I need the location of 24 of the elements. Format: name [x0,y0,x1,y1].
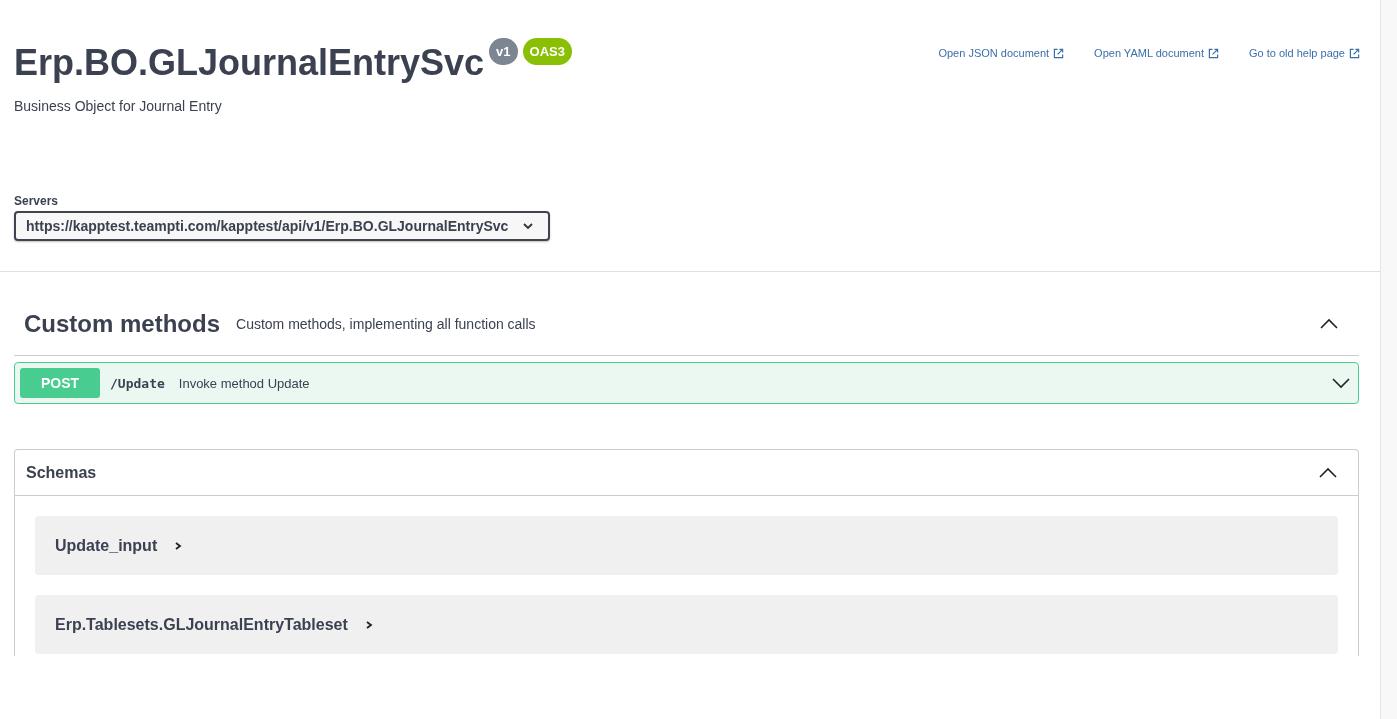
external-link-icon [1349,47,1360,59]
method-tag: POST [20,368,100,398]
document-link[interactable]: Open JSON document [938,46,1065,60]
document-link[interactable]: Go to old help page [1248,46,1360,60]
spec-badge: OAS3 [522,38,572,65]
tag-section-header[interactable]: Custom methods Custom methods, implementing all function calls [14,292,1359,356]
tag-title: Custom methods [24,310,220,338]
operation-path: /Update [110,375,165,391]
operation-summary: Invoke method Update [178,375,311,391]
schema-model[interactable]: Erp.Tablesets.GLJournalEntryTableset [35,595,1338,654]
servers-label: Servers [14,194,60,208]
api-description: Business Object for Journal Entry [14,98,223,114]
external-link-icon [1207,47,1219,59]
version-badge: v1 [489,38,518,65]
tag-description: Custom methods, implementing all function calls [236,316,537,332]
schemas-title[interactable]: Schemas [26,463,97,482]
scrollbar-track[interactable] [1380,0,1397,719]
api-title: Erp.BO.GLJournalEntrySvc [14,42,485,84]
chevron-down-icon [522,220,535,232]
schema-model[interactable]: Update_input [35,516,1338,575]
operation-row[interactable]: POST /Update Invoke method Update [14,362,1359,404]
external-link-icon [1053,47,1065,59]
servers-dropdown[interactable]: https://kapptest.teampti.com/kapptest/api/v1/Erp.BO.GLJournalEntrySvc [14,211,551,241]
document-link[interactable]: Open YAML document [1094,46,1219,60]
